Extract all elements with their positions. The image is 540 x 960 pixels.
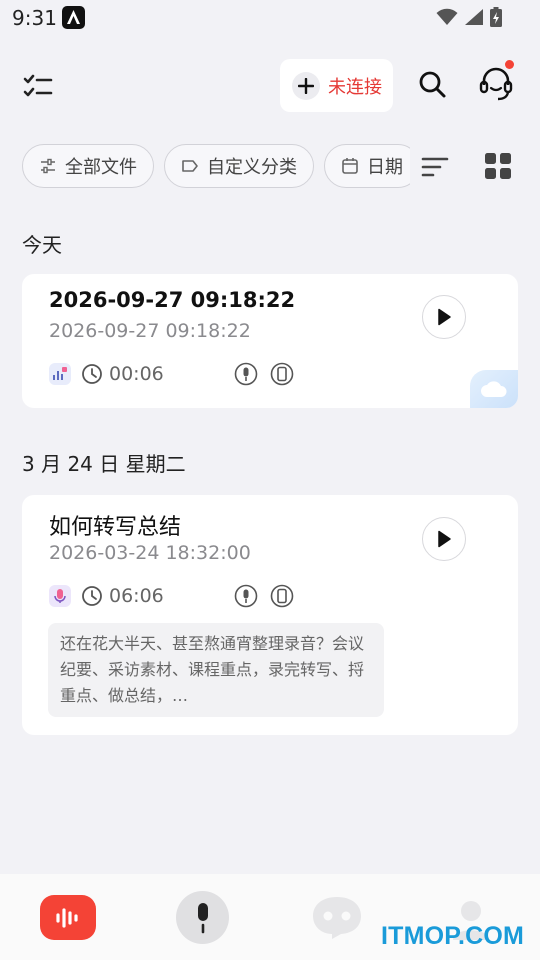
phone-icon: [270, 362, 294, 386]
recording-meta: 00:06: [49, 361, 294, 387]
filter-chip-custom-category[interactable]: 自定义分类: [164, 144, 314, 188]
recording-source-icons: [234, 584, 294, 608]
recording-title: 2026-09-27 09:18:22: [49, 288, 296, 312]
clock-icon: [82, 364, 102, 384]
play-icon: [438, 530, 451, 548]
play-button[interactable]: [422, 295, 466, 339]
customer-service-icon[interactable]: [476, 64, 516, 104]
recording-date: 2026-09-27 09:18:22: [49, 320, 251, 342]
waveform-icon: [56, 907, 78, 928]
microphone-icon: [49, 585, 71, 607]
sliders-icon: [41, 158, 55, 174]
microphone-icon: [234, 362, 258, 386]
app-notification-icon: [62, 6, 85, 29]
notification-dot: [505, 60, 514, 69]
filter-chip-all-files[interactable]: 全部文件: [22, 144, 154, 188]
recording-card[interactable]: 如何转写总结 2026-03-24 18:32:00 06:06 还在花大半天、…: [22, 495, 518, 735]
plus-icon: [292, 71, 320, 100]
ai-assistant-icon[interactable]: [310, 894, 364, 940]
filter-chip-label: 全部文件: [65, 157, 137, 178]
system-icons: [436, 6, 502, 28]
top-bar: 未连接: [0, 56, 540, 116]
battery-icon: [490, 7, 502, 27]
sort-icon[interactable]: [420, 152, 450, 182]
status-time: 9:31: [12, 6, 57, 30]
cloud-sync-icon: [470, 370, 518, 408]
status-bar: 9:31: [0, 0, 540, 36]
recording-summary: 还在花大半天、甚至熬通宵整理录音？会议纪要、采访素材、课程重点，录完转写、捋重点…: [48, 623, 384, 717]
recording-date: 2026-03-24 18:32:00: [49, 542, 251, 564]
nav-record-button[interactable]: [176, 891, 229, 944]
recording-source-icons: [234, 362, 294, 386]
chart-icon: [49, 363, 71, 385]
play-icon: [438, 308, 451, 326]
microphone-icon: [197, 902, 208, 933]
section-title-today: 今天: [22, 233, 62, 257]
filter-chip-label: 自定义分类: [207, 157, 297, 178]
search-icon[interactable]: [416, 68, 450, 102]
recording-duration: 06:06: [109, 585, 164, 607]
recording-duration: 00:06: [109, 363, 164, 385]
play-button[interactable]: [422, 517, 466, 561]
nav-recordings-button[interactable]: [40, 895, 96, 940]
section-title-date: 3 月 24 日 星期二: [22, 452, 186, 476]
recording-title: 如何转写总结: [49, 515, 182, 540]
filter-chip-label: 日期: [367, 157, 403, 178]
connect-status-label: 未连接: [328, 76, 382, 98]
clock-icon: [82, 586, 102, 606]
recording-card[interactable]: 2026-09-27 09:18:22 2026-09-27 09:18:22 …: [22, 274, 518, 408]
recording-meta: 06:06: [49, 583, 294, 609]
watermark-text: ITMOP.COM: [381, 922, 525, 950]
connect-device-button[interactable]: 未连接: [280, 59, 393, 112]
grid-view-icon[interactable]: [484, 152, 512, 180]
phone-icon: [270, 584, 294, 608]
filter-chip-date[interactable]: 日期: [324, 144, 410, 188]
wifi-icon: [436, 8, 458, 25]
tag-icon: [182, 160, 198, 172]
signal-icon: [465, 9, 483, 25]
calendar-icon: [342, 158, 358, 174]
microphone-icon: [234, 584, 258, 608]
filter-bar: 全部文件 自定义分类 日期: [22, 144, 410, 190]
checklist-icon[interactable]: [22, 70, 54, 102]
